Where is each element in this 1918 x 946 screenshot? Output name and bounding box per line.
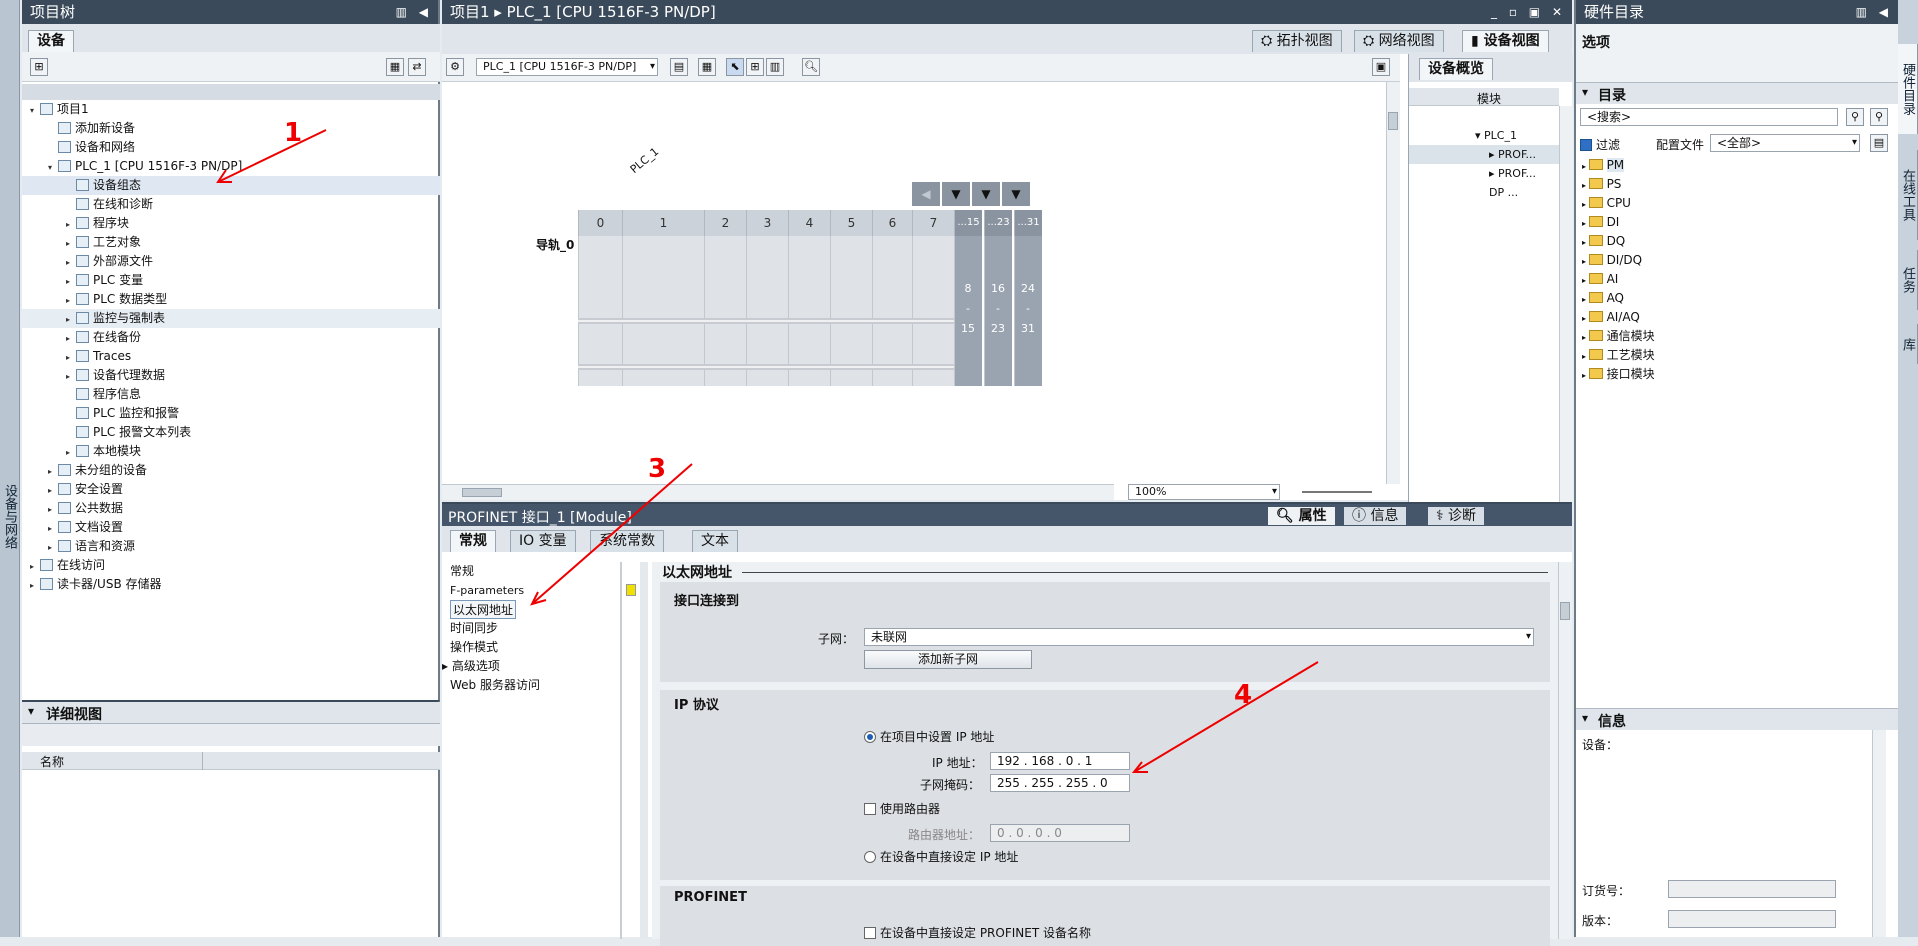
slot-number: 2 <box>704 210 746 236</box>
rack-slot[interactable] <box>830 210 872 386</box>
rack-slot[interactable] <box>872 210 912 386</box>
rack-slot[interactable] <box>912 210 954 386</box>
slot-number: 1 <box>622 210 704 236</box>
annotation-1: 1 <box>284 118 303 148</box>
slot-number: ...23 <box>984 210 1012 236</box>
slot-number: 6 <box>872 210 912 236</box>
slot-range-label: 8 <box>964 282 972 295</box>
expand-down-icon[interactable]: ▼ <box>942 182 970 206</box>
rack-slot[interactable] <box>984 210 1012 386</box>
rack-slot[interactable] <box>1014 210 1042 386</box>
rack-slot[interactable] <box>746 210 788 386</box>
slot-number: 5 <box>830 210 872 236</box>
slot-number: 3 <box>746 210 788 236</box>
annotation-4: 4 <box>1234 680 1253 710</box>
slot-number: ...31 <box>1014 210 1042 236</box>
collapse-left-icon[interactable]: ◀ <box>912 182 940 206</box>
slot-range-label: - <box>1026 302 1030 315</box>
slot-range-label: 24 <box>1021 282 1035 295</box>
slot-range-label: 31 <box>1021 322 1035 335</box>
slot-range-label: - <box>966 302 970 315</box>
slot-range-label: 15 <box>961 322 975 335</box>
expand-down-icon[interactable]: ▼ <box>1002 182 1030 206</box>
slot-number: ...15 <box>954 210 982 236</box>
rail-stripe <box>578 364 954 370</box>
rack-slot[interactable] <box>954 210 982 386</box>
slot-number: 4 <box>788 210 830 236</box>
slot-range-label: 23 <box>991 322 1005 335</box>
expand-down-icon[interactable]: ▼ <box>972 182 1000 206</box>
rail-stripe <box>578 318 954 324</box>
rack-slot[interactable] <box>622 210 704 386</box>
slot-number: 0 <box>578 210 622 236</box>
slot-range-label: - <box>996 302 1000 315</box>
slot-range-label: 16 <box>991 282 1005 295</box>
rack-slot[interactable] <box>704 210 746 386</box>
rack-slot[interactable] <box>788 210 830 386</box>
annotation-3: 3 <box>648 454 667 484</box>
rack-slot[interactable] <box>578 210 622 386</box>
slot-number: 7 <box>912 210 954 236</box>
